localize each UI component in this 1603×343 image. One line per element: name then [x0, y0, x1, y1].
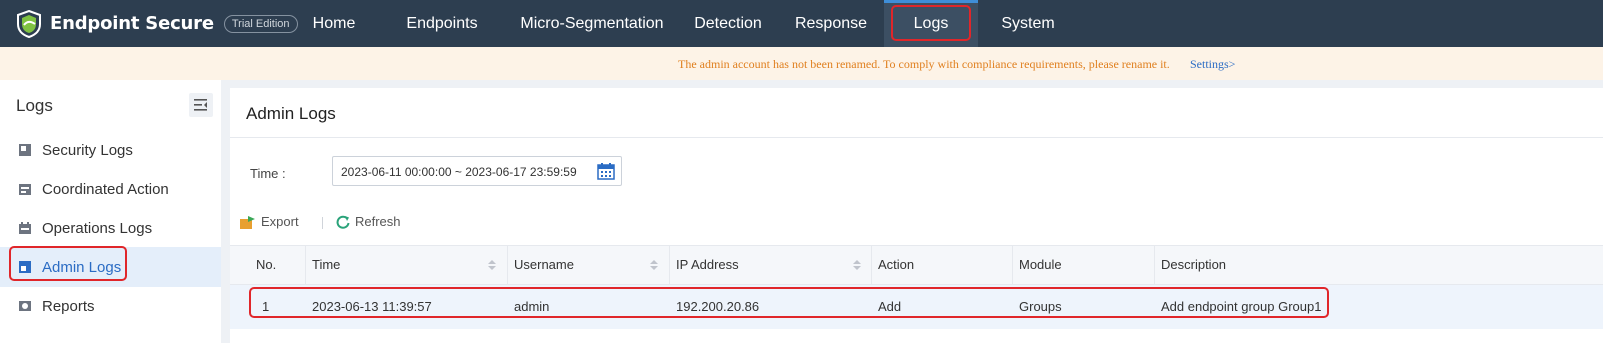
- sidebar-item-label: Operations Logs: [42, 219, 153, 237]
- refresh-label: Refresh: [355, 214, 401, 229]
- page-title: Admin Logs: [246, 104, 336, 123]
- column-header-description: Description: [1161, 257, 1227, 272]
- sort-icon[interactable]: [650, 260, 658, 270]
- compliance-banner: The admin account has not been renamed. …: [0, 47, 1603, 80]
- edition-badge: Trial Edition: [223, 14, 298, 33]
- sort-icon[interactable]: [853, 260, 861, 270]
- export-icon: [240, 215, 255, 229]
- column-header-time[interactable]: Time: [306, 246, 340, 284]
- sidebar-item-security-logs[interactable]: Security Logs: [0, 130, 221, 170]
- main-panel: Admin Logs Time : 2023-06-11 00:00:00 ~ …: [230, 88, 1603, 343]
- sidebar-item-admin-logs[interactable]: Admin Logs: [0, 247, 221, 287]
- banner-message: The admin account has not been renamed. …: [678, 57, 1170, 71]
- sidebar-item-reports[interactable]: Reports: [0, 286, 221, 326]
- nav-detection[interactable]: Detection: [680, 0, 776, 47]
- nav-system[interactable]: System: [988, 0, 1068, 47]
- refresh-button[interactable]: Refresh: [336, 214, 401, 229]
- collapse-sidebar-button[interactable]: [189, 93, 213, 117]
- nav-logs[interactable]: Logs: [884, 0, 978, 47]
- table-header: No. Time Username IP Address Action Modu…: [230, 245, 1603, 285]
- column-header-action: Action: [878, 257, 915, 272]
- security-logs-icon: [19, 144, 31, 156]
- sidebar-item-operations-logs[interactable]: Operations Logs: [0, 208, 221, 248]
- main-header: Admin Logs: [230, 88, 1603, 138]
- coordinated-action-icon: [19, 184, 31, 195]
- column-header-username[interactable]: Username: [508, 246, 574, 284]
- cell-time: 2023-06-13 11:39:57: [312, 299, 432, 314]
- column-header-module: Module: [1019, 257, 1062, 272]
- export-button[interactable]: Export: [240, 214, 299, 229]
- top-navigation-bar: Endpoint Secure Trial Edition Home Endpo…: [0, 0, 1603, 47]
- cell-no: 1: [262, 299, 270, 314]
- admin-logs-icon: [19, 261, 31, 273]
- export-label: Export: [261, 214, 299, 229]
- sidebar-item-label: Reports: [42, 297, 95, 315]
- sort-icon[interactable]: [488, 260, 496, 270]
- toolbar-divider: [322, 217, 323, 229]
- banner-settings-link[interactable]: Settings>: [1190, 57, 1235, 72]
- app-name: Endpoint Secure: [50, 13, 214, 34]
- time-filter-label: Time :: [250, 166, 286, 181]
- cell-module: Groups: [1019, 299, 1062, 314]
- refresh-icon: [336, 215, 350, 229]
- sidebar: Logs Security Logs Coordinated Action Op…: [0, 80, 221, 343]
- operations-logs-icon: [19, 222, 31, 234]
- sidebar-item-label: Security Logs: [42, 141, 133, 159]
- cell-description: Add endpoint group Group1: [1161, 299, 1322, 314]
- nav-response[interactable]: Response: [786, 0, 876, 47]
- sidebar-item-coordinated-action[interactable]: Coordinated Action: [0, 169, 221, 209]
- brand: Endpoint Secure Trial Edition: [16, 0, 298, 47]
- time-range-value: 2023-06-11 00:00:00 ~ 2023-06-17 23:59:5…: [341, 165, 577, 179]
- time-range-input[interactable]: 2023-06-11 00:00:00 ~ 2023-06-17 23:59:5…: [332, 156, 622, 186]
- column-header-ip-address[interactable]: IP Address: [670, 246, 739, 284]
- calendar-icon[interactable]: [597, 162, 615, 180]
- table-row[interactable]: 1 2023-06-13 11:39:57 admin 192.200.20.8…: [230, 285, 1603, 329]
- nav-endpoints[interactable]: Endpoints: [394, 0, 490, 47]
- cell-ip-address: 192.200.20.86: [676, 299, 760, 314]
- reports-icon: [19, 301, 31, 311]
- sidebar-title: Logs: [16, 96, 53, 115]
- cell-action: Add: [878, 299, 902, 314]
- column-header-no: No.: [256, 257, 277, 272]
- nav-home[interactable]: Home: [298, 0, 370, 47]
- cell-username: admin: [514, 299, 550, 314]
- sidebar-item-label: Coordinated Action: [42, 180, 169, 198]
- shield-logo-icon: [17, 9, 41, 38]
- collapse-menu-icon: [194, 99, 207, 111]
- sidebar-item-label: Admin Logs: [42, 258, 122, 276]
- nav-micro-segmentation[interactable]: Micro-Segmentation: [508, 0, 676, 47]
